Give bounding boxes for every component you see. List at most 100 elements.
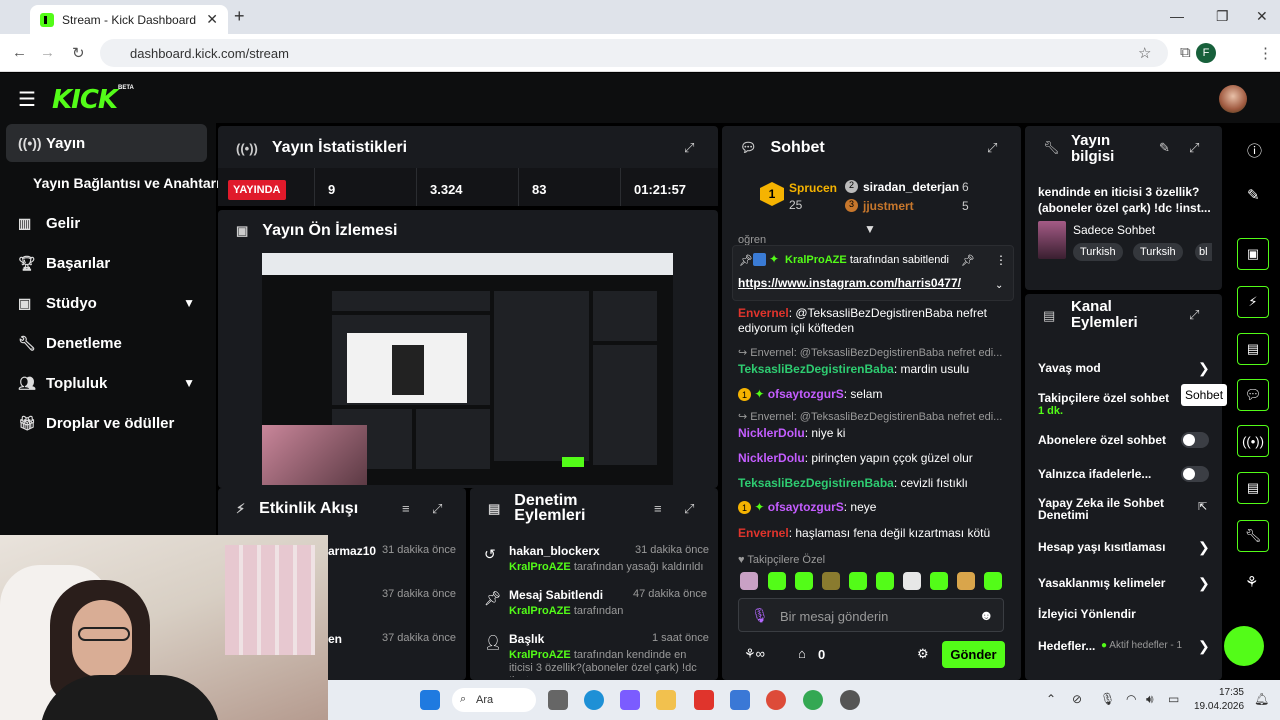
reload-icon[interactable]: ↻ bbox=[72, 44, 85, 62]
broadcast-icon[interactable]: ((•)) bbox=[1237, 425, 1269, 457]
sidebar-item-droplar[interactable]: 🎁︎ Droplar ve ödüller bbox=[6, 404, 207, 442]
expand-icon[interactable]: ⤢ bbox=[1189, 140, 1199, 156]
file-explorer-icon[interactable] bbox=[656, 690, 676, 710]
action-emotes-only[interactable]: Yalnızca ifadelerle... bbox=[1038, 467, 1198, 481]
sidebar-item-stream-key[interactable]: Yayın Bağlantısı ve Anahtarı bbox=[6, 164, 220, 202]
emote-icon[interactable] bbox=[930, 572, 948, 590]
back-icon[interactable]: ← bbox=[12, 44, 27, 61]
action-account-age[interactable]: Hesap yaşı kısıtlaması bbox=[1038, 540, 1198, 554]
chevron-right-icon[interactable]: ❯ bbox=[1198, 539, 1210, 556]
edit-pencil-icon[interactable]: ✎ bbox=[1159, 140, 1170, 156]
leaderboard-second[interactable]: siradan_deterjan bbox=[863, 180, 959, 194]
external-link-icon[interactable]: ⇱ bbox=[1198, 500, 1207, 513]
windows-start-icon[interactable] bbox=[420, 690, 440, 710]
expand-icon[interactable]: ⤢ bbox=[987, 140, 997, 156]
action-subscribers-only[interactable]: Abonelere özel sohbet bbox=[1038, 433, 1198, 447]
chevron-down-icon[interactable]: ⌄ bbox=[995, 280, 1003, 291]
minimize-icon[interactable]: — bbox=[1170, 8, 1184, 24]
action-slow-mode[interactable]: Yavaş mod bbox=[1038, 361, 1198, 375]
emote-icon[interactable] bbox=[984, 572, 1002, 590]
sidebar-item-gelir[interactable]: ▥ Gelir bbox=[6, 204, 207, 242]
tray-icon[interactable]: ⊘ bbox=[1072, 692, 1082, 706]
share-icon[interactable]: ⚘ bbox=[1245, 573, 1258, 591]
expand-icon[interactable]: ⤢ bbox=[1189, 307, 1199, 323]
pinned-link[interactable]: https://www.instagram.com/harris0477/ bbox=[738, 276, 961, 290]
chat-message-input[interactable]: 🎙︎ Bir mesaj gönderin ☻ bbox=[738, 598, 1004, 632]
chat-username[interactable]: NicklerDolu bbox=[738, 426, 805, 440]
filter-icon[interactable]: ≡ bbox=[402, 501, 410, 516]
info-category[interactable]: Sadece Sohbet bbox=[1073, 223, 1155, 237]
chat-username[interactable]: ofsaytozgurS bbox=[768, 500, 844, 514]
extensions-icon[interactable]: ⧉ bbox=[1180, 44, 1191, 61]
battery-icon[interactable]: ▭ bbox=[1168, 692, 1179, 706]
taskbar-search[interactable]: ⌕ Ara bbox=[452, 688, 536, 712]
sidebar-item-yayin[interactable]: ((•)) Yayın bbox=[6, 124, 207, 162]
chevron-right-icon[interactable]: ❯ bbox=[1198, 360, 1210, 377]
clock[interactable]: 17:35 19.04.2026 bbox=[1194, 686, 1244, 714]
action-ai-moderation[interactable]: Yapay Zeka ile Sohbet Denetimi bbox=[1038, 497, 1188, 521]
restore-icon[interactable]: ❐ bbox=[1216, 8, 1229, 25]
kick-logo[interactable]: KICK bbox=[52, 85, 118, 115]
hamburger-menu-icon[interactable]: ☰ bbox=[18, 87, 36, 112]
sidebar-item-studyo[interactable]: ▣ Stüdyo ▼ bbox=[6, 284, 207, 322]
copilot-icon[interactable] bbox=[620, 690, 640, 710]
sidebar-item-denetleme[interactable]: 🔧︎ Denetleme bbox=[6, 324, 207, 362]
unpin-icon[interactable]: 📌︎ bbox=[961, 254, 975, 267]
leaderboard-third[interactable]: jjustmert bbox=[863, 199, 914, 213]
sidebar-item-topluluk[interactable]: 👥︎ Topluluk ▼ bbox=[6, 364, 207, 402]
tag[interactable]: Turkish bbox=[1073, 243, 1123, 261]
info-icon[interactable]: ⓘ bbox=[1247, 140, 1262, 161]
edit-pencil-icon[interactable]: ✎ bbox=[1247, 186, 1260, 204]
close-tab-icon[interactable]: ✕ bbox=[206, 11, 218, 28]
filter-icon[interactable]: ≡ bbox=[654, 501, 662, 516]
tag[interactable]: bl bbox=[1195, 243, 1212, 261]
chat-username[interactable]: ofsaytozgurS bbox=[768, 387, 844, 401]
new-tab-icon[interactable]: + bbox=[234, 6, 245, 27]
emote-icon[interactable] bbox=[768, 572, 786, 590]
emote-icon[interactable] bbox=[795, 572, 813, 590]
chrome-profile-icon[interactable] bbox=[803, 690, 823, 710]
expand-icon[interactable]: ⤢ bbox=[684, 501, 694, 517]
url-input[interactable]: dashboard.kick.com/stream bbox=[100, 39, 1168, 67]
emotes-only-toggle[interactable] bbox=[1181, 466, 1209, 482]
emote-icon[interactable] bbox=[957, 572, 975, 590]
volume-icon[interactable]: 🔊︎ bbox=[1146, 692, 1154, 707]
emote-icon[interactable] bbox=[876, 572, 894, 590]
chat-username[interactable]: TeksasliBezDegistirenBaba bbox=[738, 362, 894, 376]
emote-icon[interactable] bbox=[849, 572, 867, 590]
obs-icon[interactable] bbox=[840, 690, 860, 710]
chevron-right-icon[interactable]: ❯ bbox=[1198, 575, 1210, 592]
menu-dots-icon[interactable]: ⋮ bbox=[1258, 44, 1273, 62]
action-goals[interactable]: Hedefler... bbox=[1038, 639, 1108, 653]
leaderboard-first[interactable]: Sprucen bbox=[789, 181, 837, 195]
shop-icon[interactable]: ⌂ bbox=[798, 646, 806, 661]
notification-icon[interactable]: 🔔︎ bbox=[1254, 692, 1269, 706]
emote-icon[interactable] bbox=[822, 572, 840, 590]
chevron-right-icon[interactable]: ❯ bbox=[1198, 638, 1210, 655]
chat-username[interactable]: Envernel bbox=[738, 306, 789, 320]
chrome-icon[interactable] bbox=[766, 690, 786, 710]
emote-icon[interactable] bbox=[903, 572, 921, 590]
more-dots-icon[interactable]: ⋮ bbox=[995, 253, 1007, 267]
chat-username[interactable]: Envernel bbox=[738, 526, 789, 540]
mic-icon[interactable]: 🎙︎ bbox=[751, 607, 769, 624]
points-icon[interactable]: ⚘∞ bbox=[744, 646, 765, 662]
collapse-leaderboard-icon[interactable]: ▼ bbox=[864, 222, 876, 236]
subscribers-only-toggle[interactable] bbox=[1181, 432, 1209, 448]
emoji-icon[interactable]: ☻ bbox=[979, 607, 994, 623]
action-raid[interactable]: İzleyici Yönlendir bbox=[1038, 607, 1198, 621]
store-icon[interactable] bbox=[730, 690, 750, 710]
stream-preview-video[interactable] bbox=[262, 253, 673, 485]
chat-bubble-icon[interactable]: 💬︎ bbox=[1237, 379, 1269, 411]
tag[interactable]: Turksih bbox=[1133, 243, 1183, 261]
action-followers-only[interactable]: Takipçilere özel sohbet bbox=[1038, 391, 1198, 405]
action-banned-words[interactable]: Yasaklanmış kelimeler bbox=[1038, 576, 1198, 590]
chat-username[interactable]: NicklerDolu bbox=[738, 451, 805, 465]
chat-settings-icon[interactable]: ⚙ bbox=[917, 646, 929, 662]
wifi-icon[interactable]: ◠ bbox=[1126, 692, 1136, 706]
support-headset-icon[interactable] bbox=[1224, 626, 1264, 666]
wrench-icon[interactable]: 🔧︎ bbox=[1237, 520, 1269, 552]
emote-icon[interactable] bbox=[740, 572, 758, 590]
channel-icon[interactable]: ▤ bbox=[1237, 472, 1269, 504]
send-button[interactable]: Gönder bbox=[942, 641, 1005, 668]
